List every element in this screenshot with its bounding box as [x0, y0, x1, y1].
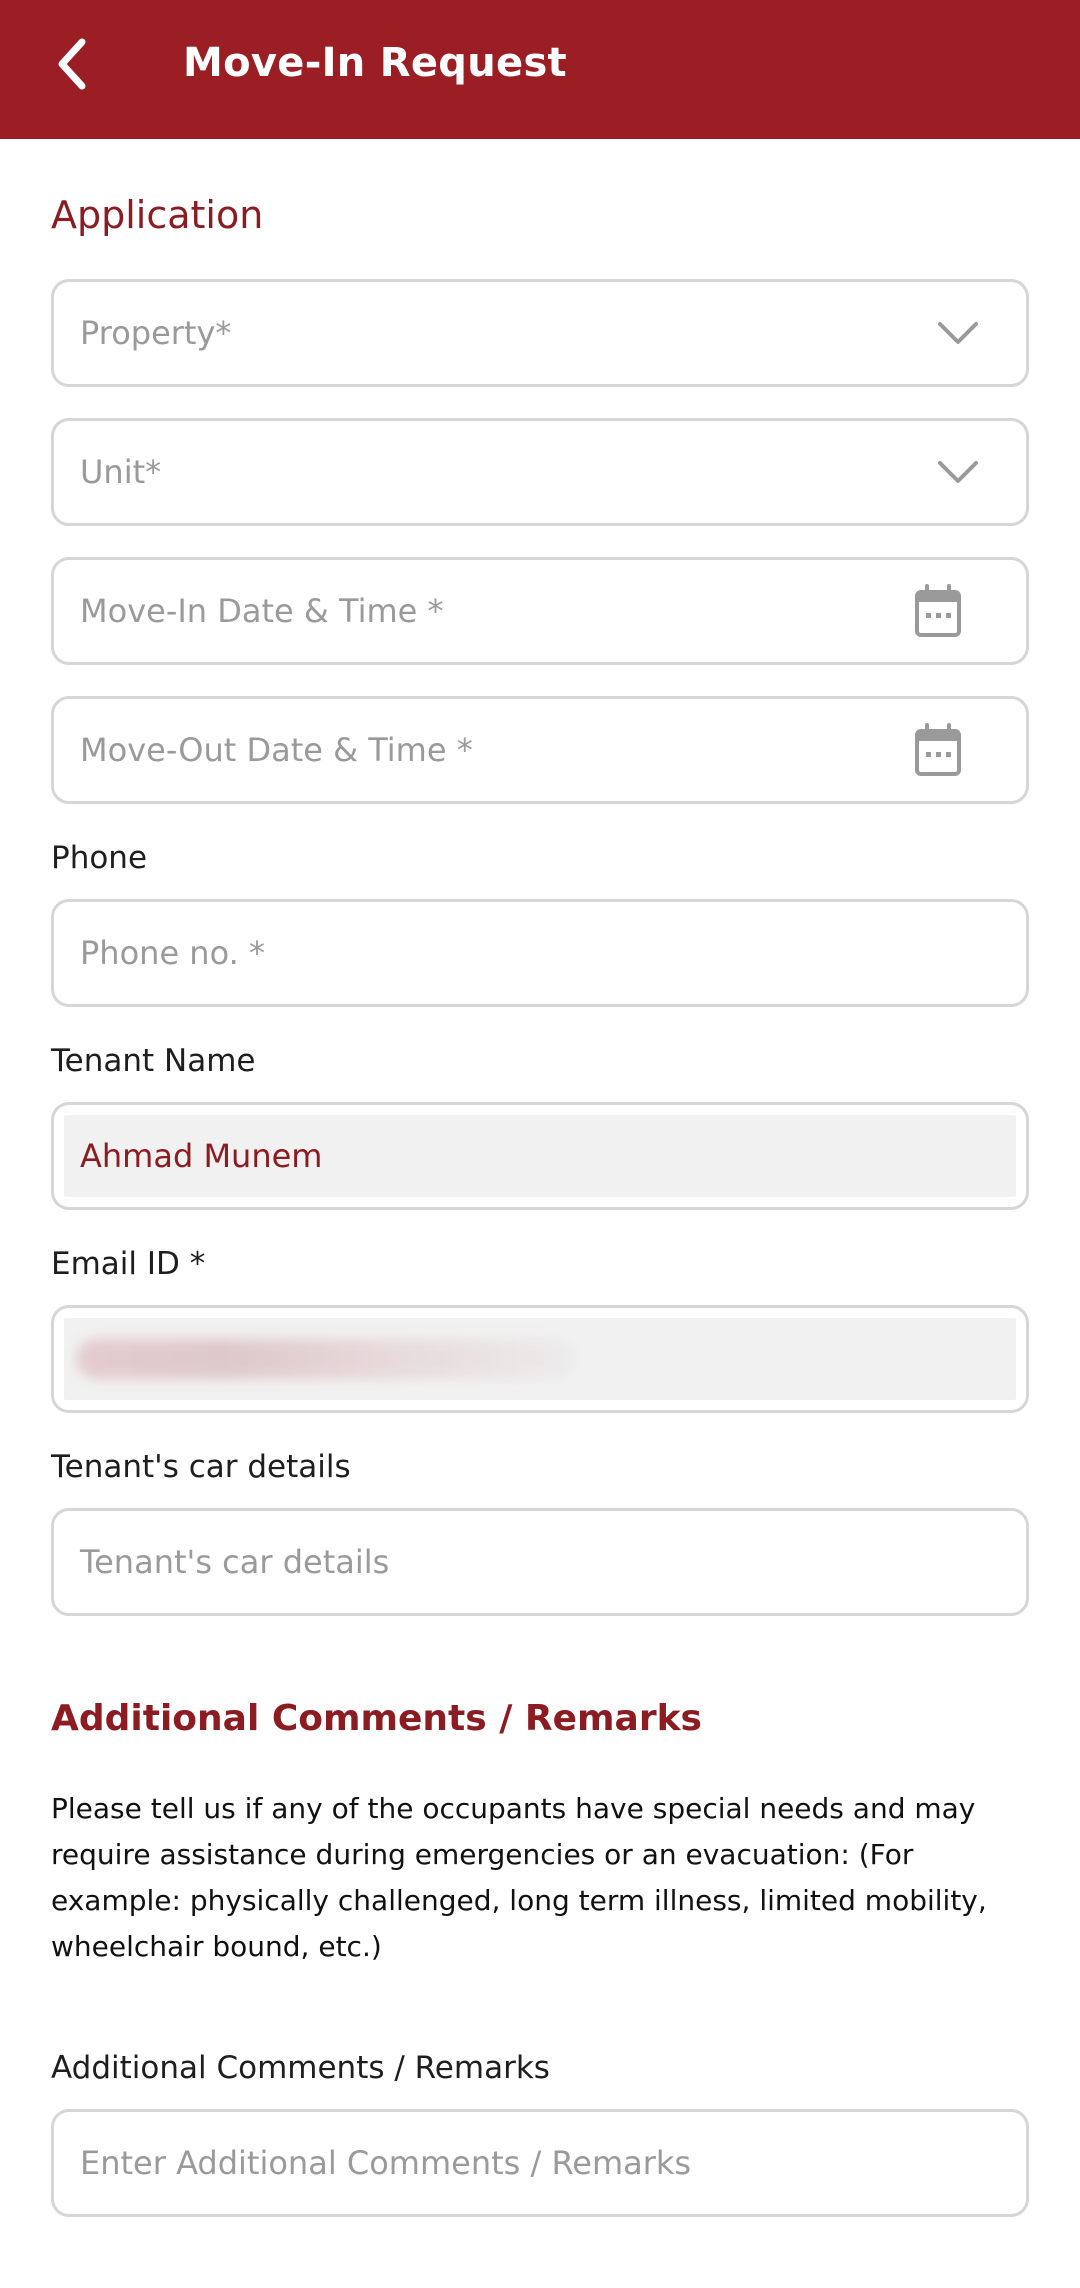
page-title: Move-In Request [183, 40, 567, 86]
move-in-placeholder: Move-In Date & Time * [80, 592, 444, 630]
move-out-datetime-field[interactable]: Move-Out Date & Time * [51, 696, 1029, 804]
move-out-placeholder: Move-Out Date & Time * [80, 731, 473, 769]
email-label: Email ID * [51, 1246, 206, 1282]
chevron-down-icon [936, 320, 980, 346]
tenant-name-field: Ahmad Munem [51, 1102, 1029, 1210]
additional-comments-label: Additional Comments / Remarks [51, 2050, 550, 2086]
phone-placeholder: Phone no. * [80, 934, 265, 972]
redacted-email-blur [76, 1339, 576, 1379]
move-in-datetime-field[interactable]: Move-In Date & Time * [51, 557, 1029, 665]
car-details-field[interactable]: Tenant's car details [51, 1508, 1029, 1616]
calendar-icon[interactable] [914, 723, 962, 777]
app-bar: Move-In Request [0, 0, 1080, 139]
additional-comments-field[interactable]: Enter Additional Comments / Remarks [51, 2109, 1029, 2217]
car-details-label: Tenant's car details [51, 1449, 351, 1485]
chevron-left-icon [54, 38, 90, 94]
back-button[interactable] [40, 30, 104, 102]
unit-placeholder: Unit* [80, 453, 162, 491]
special-needs-description: Please tell us if any of the occupants h… [51, 1792, 987, 1963]
application-section-title: Application [51, 193, 264, 237]
phone-label: Phone [51, 840, 148, 876]
additional-section-title: Additional Comments / Remarks [51, 1698, 702, 1739]
property-select[interactable]: Property* [51, 279, 1029, 387]
property-placeholder: Property* [80, 314, 232, 352]
email-field [51, 1305, 1029, 1413]
additional-comments-placeholder: Enter Additional Comments / Remarks [80, 2144, 692, 2182]
car-details-placeholder: Tenant's car details [80, 1543, 390, 1581]
tenant-name-value: Ahmad Munem [80, 1137, 323, 1175]
tenant-name-label: Tenant Name [51, 1043, 256, 1079]
phone-field[interactable]: Phone no. * [51, 899, 1029, 1007]
chevron-down-icon [936, 459, 980, 485]
unit-select[interactable]: Unit* [51, 418, 1029, 526]
calendar-icon[interactable] [914, 584, 962, 638]
